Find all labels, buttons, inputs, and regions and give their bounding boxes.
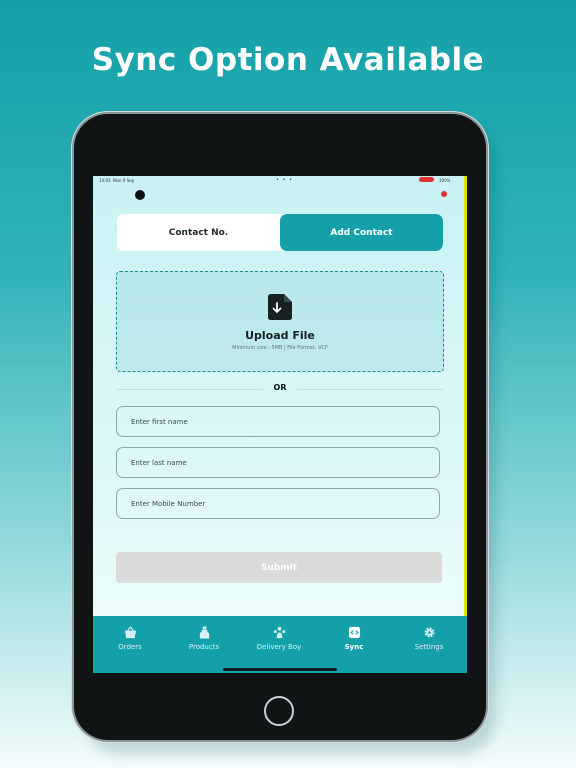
tab-orders[interactable]: Orders — [93, 626, 167, 666]
contact-mode-toggle: Contact No. Add Contact — [117, 214, 443, 251]
status-time: 14:03 Mon 9 Sep — [99, 178, 135, 183]
tab-label-settings: Settings — [414, 643, 444, 651]
notification-badge — [441, 191, 447, 197]
side-accent-stripe — [464, 176, 467, 616]
gear-icon — [423, 627, 435, 638]
basket-icon — [124, 626, 136, 639]
home-indicator — [223, 668, 337, 671]
mobile-number-input[interactable] — [116, 488, 440, 519]
sync-icon — [348, 626, 360, 639]
file-download-icon — [268, 294, 292, 320]
last-name-input[interactable] — [116, 447, 440, 478]
submit-button[interactable]: Submit — [116, 552, 442, 583]
promo-headline: Sync Option Available — [91, 42, 485, 78]
tab-sync[interactable]: Sync — [317, 626, 391, 666]
upload-file-dropzone[interactable]: Upload File Minimum size : 5MB | File Fo… — [116, 271, 444, 372]
first-name-input[interactable] — [116, 406, 440, 437]
tab-label-orders: Orders — [118, 643, 142, 651]
ipad-frame: 14:03 Mon 9 Sep • • • 100% Contact No. A… — [74, 114, 486, 740]
tab-settings[interactable]: Settings — [392, 626, 466, 666]
battery-indicator: 100% — [439, 178, 451, 183]
tab-add-contact[interactable]: Add Contact — [280, 214, 443, 251]
tab-label-products: Products — [188, 643, 220, 651]
home-button[interactable] — [264, 696, 294, 726]
upload-title: Upload File — [245, 329, 315, 342]
tab-label-sync: Sync — [344, 643, 364, 651]
multitask-dots[interactable]: • • • — [276, 177, 293, 183]
or-label: OR — [263, 383, 297, 392]
bottle-icon — [199, 626, 209, 639]
tab-delivery-boy[interactable]: Delivery Boy — [242, 626, 316, 666]
tab-label-delivery-boy: Delivery Boy — [256, 643, 302, 651]
bottom-tab-bar: Orders Products Delivery Boy Sync Settin… — [93, 616, 467, 673]
app-screen: 14:03 Mon 9 Sep • • • 100% Contact No. A… — [93, 176, 467, 673]
upload-requirements: Minimum size : 5MB | File Format: VCF — [232, 345, 328, 351]
status-bar: 14:03 Mon 9 Sep • • • 100% — [93, 176, 467, 184]
recording-indicator — [419, 177, 434, 182]
tab-contact-no[interactable]: Contact No. — [117, 214, 280, 251]
people-icon — [273, 626, 285, 639]
tab-products[interactable]: Products — [167, 626, 241, 666]
camera-icon — [135, 190, 145, 200]
